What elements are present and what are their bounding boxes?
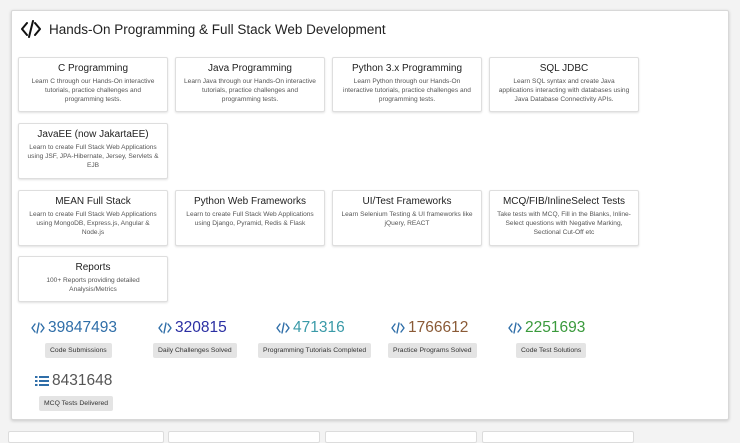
code-icon: [31, 322, 45, 334]
card-title: UI/Test Frameworks: [362, 196, 452, 207]
stat-label: Code Submissions: [45, 343, 112, 358]
card-javaee[interactable]: JavaEE (now JakartaEE) Learn to create F…: [18, 123, 168, 179]
code-icon: [508, 322, 522, 334]
card-description: Take tests with MCQ, Fill in the Blanks,…: [497, 211, 631, 236]
stat-value: 320815: [175, 319, 227, 336]
next-section-card: [482, 431, 634, 443]
next-section-card: [8, 431, 164, 443]
code-icon: [391, 322, 405, 334]
code-icon: [21, 20, 41, 38]
next-section-card: [168, 431, 320, 443]
stat-value: 2251693: [525, 319, 586, 336]
stat-value: 39847493: [48, 319, 117, 336]
stat-programming-tutorials: 471316 Programming Tutorials Completed: [258, 318, 372, 358]
card-title: Python 3.x Programming: [351, 63, 463, 74]
stat-label: Practice Programs Solved: [388, 343, 477, 358]
card-mean-full-stack[interactable]: MEAN Full Stack Learn to create Full Sta…: [18, 190, 168, 246]
card-description: Learn SQL syntax and create Java applica…: [498, 78, 630, 103]
card-description: Learn C through our Hands-On interactive…: [31, 78, 155, 103]
card-mcq-tests[interactable]: MCQ/FIB/InlineSelect Tests Take tests wi…: [489, 190, 639, 246]
card-python-programming[interactable]: Python 3.x Programming Learn Python thro…: [332, 57, 482, 112]
card-ui-test-frameworks[interactable]: UI/Test Frameworks Learn Selenium Testin…: [332, 190, 482, 246]
stat-label: Code Test Solutions: [516, 343, 587, 358]
stat-value: 1766612: [408, 319, 469, 336]
card-description: Learn Python through our Hands-On intera…: [343, 78, 471, 103]
card-description: Learn Selenium Testing & UI frameworks l…: [341, 211, 473, 227]
stat-code-submissions: 39847493 Code Submissions: [31, 318, 117, 358]
stat-label: Daily Challenges Solved: [153, 343, 237, 358]
stat-label: Programming Tutorials Completed: [258, 343, 372, 358]
card-description: Learn to create Full Stack Web Applicati…: [186, 211, 314, 227]
panel-header: Hands-On Programming & Full Stack Web De…: [21, 18, 386, 40]
stat-practice-programs: 1766612 Practice Programs Solved: [388, 318, 477, 358]
card-reports[interactable]: Reports 100+ Reports providing detailed …: [18, 256, 168, 302]
card-c-programming[interactable]: C Programming Learn C through our Hands-…: [18, 57, 168, 112]
card-description: Learn to create Full Stack Web Applicati…: [29, 211, 157, 236]
card-title: MEAN Full Stack: [55, 196, 131, 207]
card-description: 100+ Reports providing detailed Analysis…: [46, 277, 140, 293]
card-title: MCQ/FIB/InlineSelect Tests: [502, 196, 626, 207]
stat-daily-challenges: 320815 Daily Challenges Solved: [153, 318, 237, 358]
card-description: Learn Java through our Hands-On interact…: [184, 78, 316, 103]
card-title: SQL JDBC: [539, 63, 589, 74]
stat-label: MCQ Tests Delivered: [39, 396, 114, 411]
stat-value: 8431648: [52, 372, 113, 389]
programming-panel: Hands-On Programming & Full Stack Web De…: [11, 10, 729, 420]
code-icon: [276, 322, 290, 334]
code-icon: [158, 322, 172, 334]
card-java-programming[interactable]: Java Programming Learn Java through our …: [175, 57, 325, 112]
panel-title: Hands-On Programming & Full Stack Web De…: [49, 21, 386, 37]
stat-code-test-solutions: 2251693 Code Test Solutions: [508, 318, 587, 358]
card-title: Python Web Frameworks: [193, 196, 307, 207]
card-title: C Programming: [57, 63, 129, 74]
card-title: Java Programming: [208, 63, 292, 74]
stat-mcq-tests: 8431648 MCQ Tests Delivered: [35, 371, 114, 411]
next-section-card: [325, 431, 477, 443]
stat-value: 471316: [293, 319, 345, 336]
card-sql-jdbc[interactable]: SQL JDBC Learn SQL syntax and create Jav…: [489, 57, 639, 112]
card-description: Learn to create Full Stack Web Applicati…: [27, 144, 159, 169]
card-title: JavaEE (now JakartaEE): [37, 129, 149, 140]
card-python-web-frameworks[interactable]: Python Web Frameworks Learn to create Fu…: [175, 190, 325, 246]
list-icon: [35, 376, 49, 386]
card-title: Reports: [75, 262, 111, 273]
